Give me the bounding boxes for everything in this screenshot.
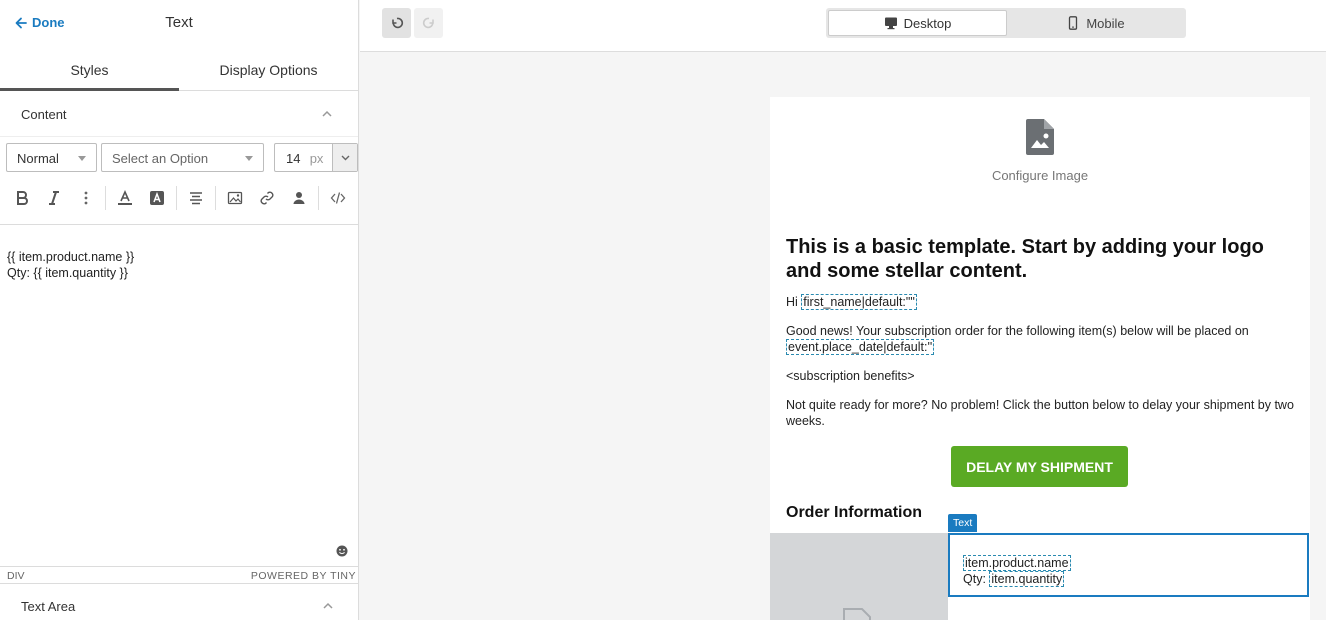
emoji-icon[interactable] — [336, 545, 348, 557]
person-icon — [293, 192, 305, 204]
redo-button[interactable] — [414, 8, 443, 38]
image-file-icon — [843, 608, 871, 620]
text-area-section-label: Text Area — [21, 599, 76, 614]
desktop-preview-button[interactable]: Desktop — [828, 10, 1007, 36]
canvas-top-bar: Desktop Mobile — [360, 0, 1326, 52]
more-button[interactable] — [70, 182, 102, 214]
text-color-icon — [118, 190, 132, 205]
bold-button[interactable] — [6, 182, 38, 214]
text-area-section-header[interactable]: Text Area — [0, 583, 359, 620]
panel-title: Text — [165, 14, 193, 31]
background-color-button[interactable] — [141, 182, 173, 214]
image-file-icon — [1026, 119, 1054, 155]
text-color-button[interactable] — [109, 182, 141, 214]
editor-side-panel: Done Text Styles Display Options Content… — [0, 0, 359, 620]
delay-shipment-button[interactable]: DELAY MY SHIPMENT — [951, 446, 1128, 487]
chevron-up-icon — [323, 602, 333, 609]
chevron-down-icon — [341, 155, 350, 160]
content-section-label: Content — [21, 107, 67, 122]
font-size-dropdown[interactable] — [332, 144, 358, 171]
toolbar-divider — [318, 186, 319, 210]
qty-line: Qty: item.quantity — [963, 571, 1294, 587]
text-editor-area[interactable]: {{ item.product.name }} Qty: {{ item.qua… — [0, 224, 359, 566]
mobile-preview-button[interactable]: Mobile — [1007, 10, 1184, 36]
editor-status-bar: DIV POWERED BY TINY — [0, 566, 359, 583]
editor-line: Qty: {{ item.quantity }} — [7, 266, 128, 280]
redo-icon — [422, 17, 434, 29]
news-text: Good news! Your subscription order for t… — [786, 324, 1249, 338]
email-heading[interactable]: This is a basic template. Start by addin… — [786, 235, 1286, 283]
source-code-button[interactable] — [322, 182, 354, 214]
chevron-up-icon — [322, 110, 332, 117]
insert-link-button[interactable] — [251, 182, 283, 214]
editor-line: {{ item.product.name }} — [7, 250, 135, 264]
mobile-label: Mobile — [1086, 15, 1125, 31]
delay-paragraph[interactable]: Not quite ready for more? No problem! Cl… — [786, 397, 1296, 429]
desktop-label: Desktop — [903, 15, 952, 31]
toolbar-divider — [215, 186, 216, 210]
font-family-placeholder: Select an Option — [112, 151, 209, 166]
align-center-icon — [190, 192, 202, 205]
toolbar-divider — [176, 186, 177, 210]
place-date-tag[interactable]: event.place_date|default:'' — [786, 339, 935, 355]
caret-down-icon — [78, 156, 86, 161]
block-style-value: Normal — [17, 151, 59, 166]
tab-display-options[interactable]: Display Options — [179, 46, 358, 90]
panel-tabs: Styles Display Options — [0, 46, 358, 91]
content-section-header[interactable]: Content — [0, 91, 358, 137]
device-preview-toggle: Desktop Mobile — [826, 8, 1186, 38]
phone-icon — [1069, 16, 1078, 30]
block-style-select[interactable]: Normal — [6, 143, 97, 172]
background-color-icon — [150, 191, 164, 205]
news-paragraph[interactable]: Good news! Your subscription order for t… — [786, 323, 1296, 355]
monitor-icon — [884, 17, 897, 30]
selected-text-block[interactable]: item.product.name Qty: item.quantity — [948, 533, 1309, 597]
greeting-paragraph[interactable]: Hi first_name|default:"" — [786, 294, 1296, 310]
first-name-tag[interactable]: first_name|default:"" — [801, 294, 917, 310]
powered-by-label[interactable]: POWERED BY TINY — [251, 570, 356, 582]
undo-button[interactable] — [382, 8, 411, 38]
insert-image-button[interactable] — [219, 182, 251, 214]
code-icon — [330, 192, 346, 204]
qty-prefix: Qty: — [963, 572, 990, 586]
caret-down-icon — [245, 156, 253, 161]
rich-text-toolbar — [0, 180, 359, 216]
undo-icon — [391, 17, 403, 29]
tab-styles[interactable]: Styles — [0, 46, 179, 91]
toolbar-divider — [105, 186, 106, 210]
font-size-value[interactable]: 14 — [275, 144, 308, 171]
product-image-placeholder[interactable] — [770, 533, 948, 620]
font-family-select[interactable]: Select an Option — [101, 143, 264, 172]
qty-tag[interactable]: item.quantity — [989, 571, 1065, 587]
panel-header: Done Text — [0, 0, 358, 46]
font-size-field[interactable]: 14 px — [274, 143, 358, 172]
selected-block-label: Text — [948, 514, 978, 532]
greeting-prefix: Hi — [786, 295, 802, 309]
link-icon — [260, 191, 274, 205]
item-name-line: item.product.name — [963, 555, 1294, 571]
configure-image-caption: Configure Image — [991, 168, 1089, 183]
align-button[interactable] — [180, 182, 212, 214]
benefits-paragraph[interactable]: <subscription benefits> — [786, 368, 1296, 384]
insert-personalization-button[interactable] — [283, 182, 315, 214]
image-placeholder[interactable]: Configure Image — [770, 119, 1310, 183]
image-icon — [227, 191, 243, 205]
font-size-unit: px — [309, 151, 324, 166]
email-canvas[interactable]: Configure Image This is a basic template… — [770, 97, 1310, 620]
italic-icon — [49, 191, 59, 205]
item-name-tag[interactable]: item.product.name — [963, 555, 1071, 571]
bold-icon — [17, 191, 28, 205]
format-row: Normal Select an Option — [6, 143, 264, 172]
italic-button[interactable] — [38, 182, 70, 214]
order-information-title[interactable]: Order Information — [786, 504, 922, 522]
element-path[interactable]: DIV — [7, 570, 25, 582]
more-icon — [84, 191, 88, 205]
